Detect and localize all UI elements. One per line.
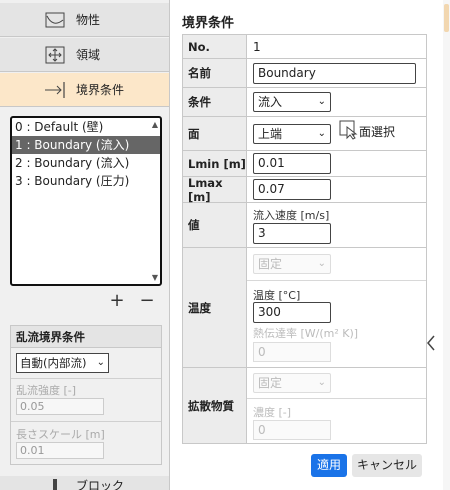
curve-graph-icon [44,11,66,29]
temperature-mode-select: 固定 ⌄ [253,254,331,274]
nav-block-label: ブロック [76,479,125,490]
face-select-label: 面選択 [359,125,396,139]
concentration-input: 0 [253,420,331,440]
apply-button[interactable]: 適用 [311,454,347,477]
divider [247,398,426,399]
nav-boundary-conditions[interactable]: 境界条件 [0,73,169,107]
chevron-down-icon: ⌄ [96,357,105,368]
turbulence-title: 乱流境界条件 [11,326,161,348]
nav-region-label: 領域 [76,48,101,62]
value-label: 値 [183,203,247,247]
concentration-label: 濃度 [-] [253,406,292,419]
number-label: No. [183,35,247,58]
cancel-button[interactable]: キャンセル [352,454,422,477]
condition-value: 流入 [258,95,283,109]
number-value: 1 [253,40,261,54]
row-temperature: 温度 固定 ⌄ 温度 [°C] 300 熱伝達率 [W/(m² K)] 0 [183,248,426,368]
face-label: 面 [183,117,247,150]
arrow-to-line-icon [44,81,66,99]
row-value: 値 流入速度 [m/s] 3 [183,203,426,248]
row-lmax: Lmax [m] 0.07 [183,176,426,204]
panel-title: 境界条件 [182,16,235,31]
remove-boundary-button[interactable]: − [138,290,156,311]
chevron-down-icon: ⌄ [317,96,326,107]
turbulence-section: 乱流境界条件 自動(内部流) ⌄ 乱流強度 [-] 0.05 長さスケール [m… [10,325,162,465]
inflow-velocity-label: 流入速度 [m/s] [253,209,330,222]
boundary-properties-panel: 境界条件 No. 1 名前 Boundary 条件 流入 ⌄ 面 上端 ⌄ 面選… [170,0,450,490]
turbulence-intensity-input: 0.05 [16,398,104,415]
diffusion-section-label: 拡散物質 [183,368,247,443]
face-value: 上端 [258,127,283,141]
left-panel: 物性 領域 境界条件 0 : Default (壁) 1 : Boundary … [0,0,170,490]
divider [11,378,161,379]
list-item[interactable]: 2 : Boundary (流入) [12,154,160,172]
length-scale-label: 長さスケール [m] [16,428,105,441]
nav-region[interactable]: 領域 [0,38,169,72]
diffusion-mode-value: 固定 [258,376,283,390]
chevron-down-icon: ⌄ [317,377,326,388]
name-input[interactable]: Boundary [253,63,416,84]
lmin-input[interactable]: 0.01 [253,153,331,174]
move-arrows-icon [44,46,66,64]
temperature-section-label: 温度 [183,248,247,367]
temperature-label: 温度 [°C] [253,289,301,302]
nav-boundary-label: 境界条件 [76,83,125,97]
temperature-input[interactable]: 300 [253,302,331,323]
turbulence-mode-value: 自動(内部流) [20,356,87,370]
turbulence-intensity-label: 乱流強度 [-] [16,384,77,397]
condition-label: 条件 [183,88,247,116]
row-diffusion: 拡散物質 固定 ⌄ 濃度 [-] 0 [183,368,426,443]
row-name: 名前 Boundary [183,59,426,88]
list-item-selected[interactable]: 1 : Boundary (流入) [12,136,160,154]
face-select[interactable]: 上端 ⌄ [253,124,331,144]
chevron-down-icon: ⌄ [317,258,326,269]
condition-select[interactable]: 流入 ⌄ [253,92,331,112]
add-boundary-button[interactable]: + [108,290,126,311]
lmax-label: Lmax [m] [183,176,247,204]
inflow-velocity-input[interactable]: 3 [253,223,331,244]
divider [247,280,426,281]
name-label: 名前 [183,59,247,87]
temperature-mode-value: 固定 [258,257,283,271]
list-item[interactable]: 3 : Boundary (圧力) [12,172,160,190]
length-scale-input: 0.01 [16,442,104,459]
diffusion-mode-select: 固定 ⌄ [253,373,331,393]
heat-transfer-label: 熱伝達率 [W/(m² K)] [253,327,359,340]
heat-transfer-input: 0 [253,342,331,362]
property-table: No. 1 名前 Boundary 条件 流入 ⌄ 面 上端 ⌄ 面選択 Lmi… [182,34,427,444]
cursor-select-icon [339,120,359,143]
nav-properties[interactable]: 物性 [0,3,169,37]
row-number: No. 1 [183,35,426,59]
scroll-up-icon[interactable]: ▲ [152,120,158,129]
panel-scrollbar[interactable] [443,0,450,490]
row-condition: 条件 流入 ⌄ [183,88,426,117]
lmax-input[interactable]: 0.07 [253,179,331,200]
block-icon [44,477,66,490]
row-lmin: Lmin [m] 0.01 [183,151,426,177]
face-select-button[interactable]: 面選択 [339,120,395,143]
divider [11,421,161,422]
chevron-left-icon[interactable] [426,334,436,357]
boundary-list[interactable]: 0 : Default (壁) 1 : Boundary (流入) 2 : Bo… [10,116,162,286]
nav-properties-label: 物性 [76,13,101,27]
list-item[interactable]: 0 : Default (壁) [12,118,160,136]
row-face: 面 上端 ⌄ 面選択 [183,117,426,151]
lmin-label: Lmin [m] [183,151,247,176]
scroll-down-icon[interactable]: ▼ [152,273,158,282]
turbulence-mode-select[interactable]: 自動(内部流) ⌄ [16,353,109,373]
chevron-down-icon: ⌄ [317,128,326,139]
nav-block[interactable]: ブロック [0,476,169,490]
scrollbar-thumb[interactable] [444,4,449,32]
